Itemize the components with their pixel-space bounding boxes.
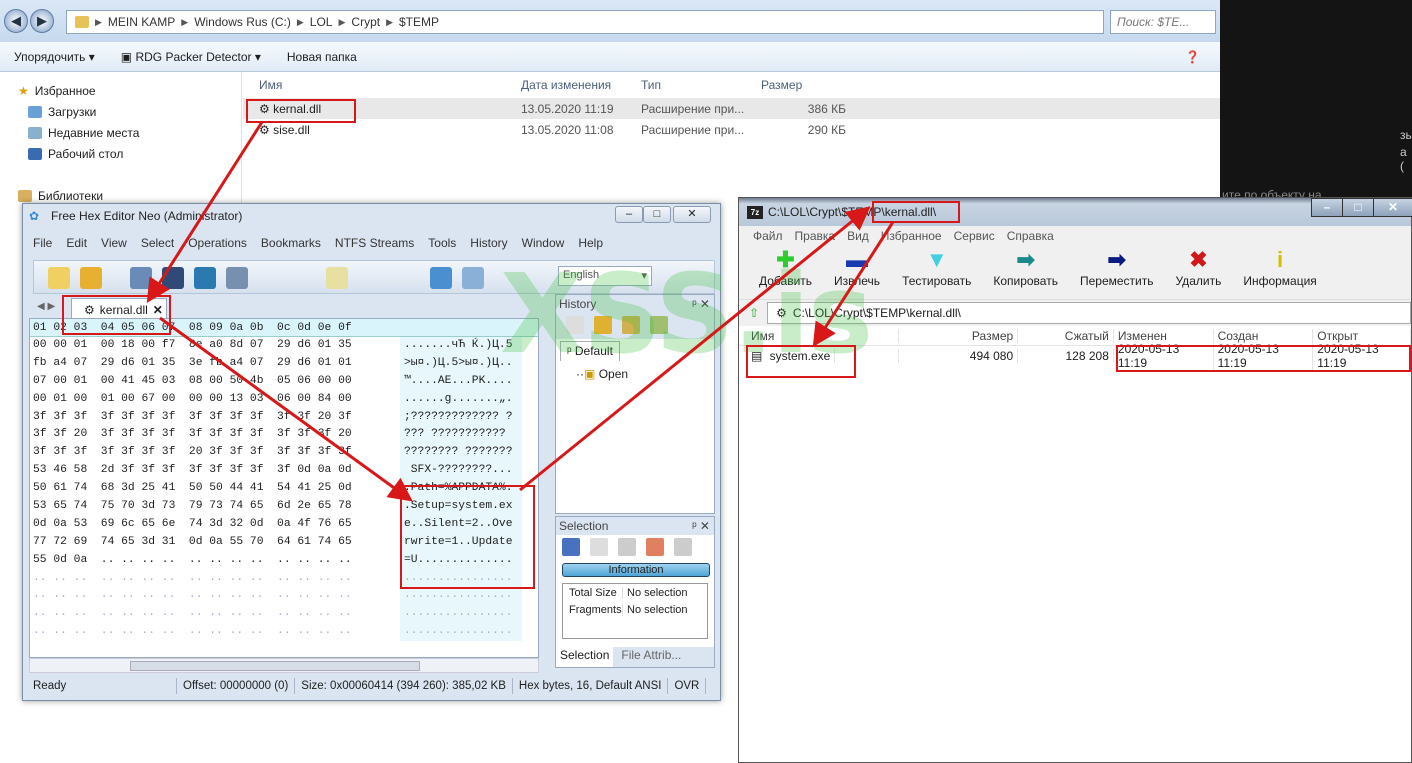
annotation-arrows — [146, 121, 895, 502]
arrow — [519, 206, 871, 492]
arrow — [159, 316, 413, 502]
arrow — [146, 121, 264, 304]
